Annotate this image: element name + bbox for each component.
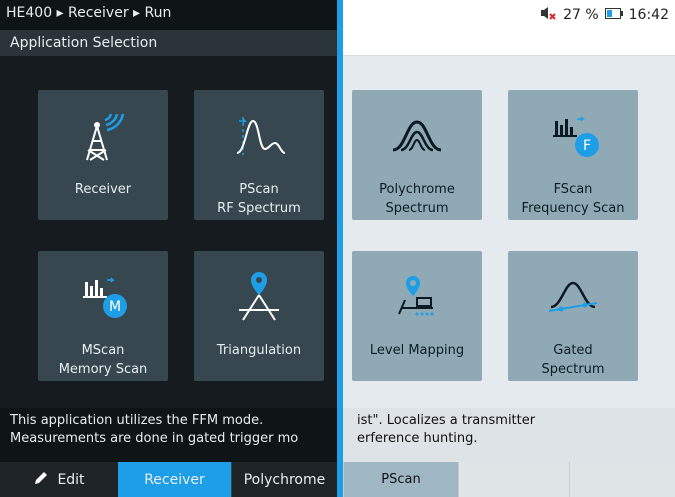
tile-label-line1: PScan xyxy=(239,182,279,197)
tile-label-line1: Triangulation xyxy=(216,343,302,358)
softkey-empty-2[interactable] xyxy=(569,462,675,497)
gated-spectrum-icon xyxy=(508,269,638,325)
softkey-receiver[interactable]: Receiver xyxy=(118,462,231,497)
light-description-line2: erference hunting. xyxy=(357,431,478,446)
pencil-icon xyxy=(33,470,49,490)
tile-level-mapping[interactable]: Level Mapping xyxy=(352,251,482,381)
battery-icon xyxy=(604,7,623,23)
tile-fscan[interactable]: F FScan Frequency Scan xyxy=(508,90,638,220)
tile-label-line2: Memory Scan xyxy=(58,362,148,377)
tile-label-line1: FScan xyxy=(553,182,593,197)
tile-polychrome-spectrum[interactable]: Polychrome Spectrum xyxy=(352,90,482,220)
tile-label-line2: Spectrum xyxy=(541,362,605,377)
edit-label: Edit xyxy=(57,471,85,488)
status-right: 27 % 16:42 xyxy=(539,5,669,25)
tile-label-line1: Gated xyxy=(553,343,593,358)
pscan-icon xyxy=(194,108,324,164)
softkey-receiver-label: Receiver xyxy=(144,471,205,488)
level-mapping-icon xyxy=(352,269,482,325)
mute-icon xyxy=(539,5,557,25)
tile-receiver[interactable]: Receiver xyxy=(38,90,168,220)
fscan-badge: F xyxy=(583,138,591,154)
fscan-icon: F xyxy=(508,108,638,164)
softkey-polychrome-label: Polychrome xyxy=(243,471,326,488)
battery-level: 27 % xyxy=(563,7,599,23)
edit-button[interactable]: Edit xyxy=(0,462,118,497)
page-title: Application Selection xyxy=(0,30,337,56)
dark-description: This application utilizes the FFM mode. … xyxy=(0,408,337,462)
softkey-polychrome[interactable]: Polychrome xyxy=(231,462,337,497)
tile-label-line1: Level Mapping xyxy=(369,343,465,358)
tile-gated-spectrum[interactable]: Gated Spectrum xyxy=(508,251,638,381)
tile-label-line2: Spectrum xyxy=(385,201,449,216)
tile-label-line1: Receiver xyxy=(74,182,132,197)
softkey-empty-1[interactable] xyxy=(458,462,569,497)
breadcrumb: HE400 ▸ Receiver ▸ Run xyxy=(0,0,337,30)
dark-panel: HE400 ▸ Receiver ▸ Run Application Selec… xyxy=(0,0,337,497)
tile-label-line1: MScan xyxy=(81,343,125,358)
dark-softkey-bar: Edit Receiver Polychrome xyxy=(0,462,337,497)
dark-description-line2: Measurements are done in gated trigger m… xyxy=(10,431,299,446)
tile-mscan[interactable]: M MScan Memory Scan xyxy=(38,251,168,381)
tile-label-line2: RF Spectrum xyxy=(217,201,301,216)
mscan-badge: M xyxy=(109,299,121,315)
light-description-line1: ist". Localizes a transmitter xyxy=(357,413,536,428)
softkey-pscan[interactable]: PScan xyxy=(343,462,458,497)
polychrome-spectrum-icon xyxy=(352,108,482,164)
panel-divider xyxy=(337,0,343,497)
dark-app-grid: Receiver PScan RF Spectrum M MScan Memor… xyxy=(0,56,337,408)
tile-pscan[interactable]: PScan RF Spectrum xyxy=(194,90,324,220)
tile-label-line1: Polychrome xyxy=(379,182,455,197)
clock: 16:42 xyxy=(628,7,669,23)
antenna-icon xyxy=(38,108,168,164)
tile-label-line2: Frequency Scan xyxy=(521,201,625,216)
tile-triangulation[interactable]: Triangulation xyxy=(194,251,324,381)
softkey-pscan-label: PScan xyxy=(381,472,421,487)
dark-description-line1: This application utilizes the FFM mode. xyxy=(10,413,264,428)
triangulation-icon xyxy=(194,269,324,325)
mscan-icon: M xyxy=(38,269,168,325)
